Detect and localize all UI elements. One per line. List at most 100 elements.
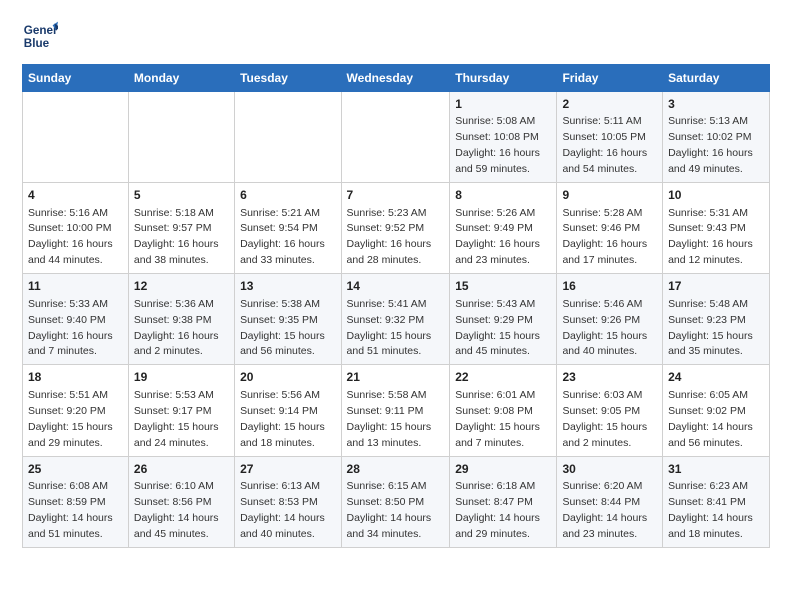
logo-icon: General Blue xyxy=(22,18,58,54)
day-info: Sunrise: 5:46 AM Sunset: 9:26 PM Dayligh… xyxy=(562,298,647,358)
calendar-week-row: 1Sunrise: 5:08 AM Sunset: 10:08 PM Dayli… xyxy=(23,92,770,183)
calendar-cell: 29Sunrise: 6:18 AM Sunset: 8:47 PM Dayli… xyxy=(450,456,557,547)
calendar-cell: 25 Sunrise: 6:08 AM Sunset: 8:59 PM Dayli… xyxy=(23,456,129,547)
calendar-cell xyxy=(235,92,341,183)
calendar-cell: 8 Sunrise: 5:26 AM Sunset: 9:49 PM Daylig… xyxy=(450,183,557,274)
day-number: 30 xyxy=(562,461,657,478)
day-number: 7 xyxy=(347,187,445,204)
day-number: 23 xyxy=(562,369,657,386)
logo: General Blue xyxy=(22,18,58,54)
calendar-week-row: 11 Sunrise: 5:33 AM Sunset: 9:40 PM Dayli… xyxy=(23,274,770,365)
day-number: 8 xyxy=(455,187,551,204)
day-number: 2 xyxy=(562,96,657,113)
calendar-cell: 17 Sunrise: 5:48 AM Sunset: 9:23 PM Dayli… xyxy=(663,274,770,365)
day-info: Sunrise: 5:43 AM Sunset: 9:29 PM Dayligh… xyxy=(455,298,540,358)
calendar-cell: 11 Sunrise: 5:33 AM Sunset: 9:40 PM Dayli… xyxy=(23,274,129,365)
day-number: 19 xyxy=(134,369,229,386)
calendar-cell: 30 Sunrise: 6:20 AM Sunset: 8:44 PM Dayli… xyxy=(557,456,663,547)
day-number: 18 xyxy=(28,369,123,386)
day-number: 28 xyxy=(347,461,445,478)
calendar-week-row: 18 Sunrise: 5:51 AM Sunset: 9:20 PM Dayli… xyxy=(23,365,770,456)
svg-text:Blue: Blue xyxy=(24,37,50,50)
day-info: Sunrise: 6:08 AM Sunset: 8:59 PM Dayligh… xyxy=(28,480,113,540)
calendar-cell: 10 Sunrise: 5:31 AM Sunset: 9:43 PM Dayli… xyxy=(663,183,770,274)
calendar-cell: 14Sunrise: 5:41 AM Sunset: 9:32 PM Dayli… xyxy=(341,274,450,365)
day-info: Sunrise: 5:56 AM Sunset: 9:14 PM Dayligh… xyxy=(240,389,325,449)
day-info: Sunrise: 6:13 AM Sunset: 8:53 PM Dayligh… xyxy=(240,480,325,540)
day-info: Sunrise: 5:23 AM Sunset: 9:52 PM Dayligh… xyxy=(347,207,432,267)
day-number: 10 xyxy=(668,187,764,204)
calendar-cell: 19 Sunrise: 5:53 AM Sunset: 9:17 PM Dayli… xyxy=(128,365,234,456)
day-number: 21 xyxy=(347,369,445,386)
day-number: 9 xyxy=(562,187,657,204)
day-number: 4 xyxy=(28,187,123,204)
day-info: Sunrise: 6:20 AM Sunset: 8:44 PM Dayligh… xyxy=(562,480,647,540)
header: General Blue xyxy=(22,18,770,54)
calendar-cell: 9 Sunrise: 5:28 AM Sunset: 9:46 PM Daylig… xyxy=(557,183,663,274)
day-info: Sunrise: 5:26 AM Sunset: 9:49 PM Dayligh… xyxy=(455,207,540,267)
day-number: 12 xyxy=(134,278,229,295)
day-info: Sunrise: 6:03 AM Sunset: 9:05 PM Dayligh… xyxy=(562,389,647,449)
day-number: 27 xyxy=(240,461,335,478)
calendar-cell: 31 Sunrise: 6:23 AM Sunset: 8:41 PM Dayli… xyxy=(663,456,770,547)
day-info: Sunrise: 5:36 AM Sunset: 9:38 PM Dayligh… xyxy=(134,298,219,358)
day-number: 14 xyxy=(347,278,445,295)
calendar-cell: 5 Sunrise: 5:18 AM Sunset: 9:57 PM Daylig… xyxy=(128,183,234,274)
day-info: Sunrise: 5:33 AM Sunset: 9:40 PM Dayligh… xyxy=(28,298,113,358)
calendar-cell: 18 Sunrise: 5:51 AM Sunset: 9:20 PM Dayli… xyxy=(23,365,129,456)
calendar-cell: 4Sunrise: 5:16 AM Sunset: 10:00 PM Dayli… xyxy=(23,183,129,274)
day-number: 24 xyxy=(668,369,764,386)
day-number: 1 xyxy=(455,96,551,113)
calendar-table: SundayMondayTuesdayWednesdayThursdayFrid… xyxy=(22,64,770,548)
day-number: 17 xyxy=(668,278,764,295)
day-number: 22 xyxy=(455,369,551,386)
calendar-cell: 20Sunrise: 5:56 AM Sunset: 9:14 PM Dayli… xyxy=(235,365,341,456)
header-day-monday: Monday xyxy=(128,65,234,92)
day-number: 29 xyxy=(455,461,551,478)
calendar-cell: 27 Sunrise: 6:13 AM Sunset: 8:53 PM Dayli… xyxy=(235,456,341,547)
day-info: Sunrise: 5:28 AM Sunset: 9:46 PM Dayligh… xyxy=(562,207,647,267)
day-info: Sunrise: 6:10 AM Sunset: 8:56 PM Dayligh… xyxy=(134,480,219,540)
day-number: 15 xyxy=(455,278,551,295)
day-info: Sunrise: 5:38 AM Sunset: 9:35 PM Dayligh… xyxy=(240,298,325,358)
calendar-cell: 2 Sunrise: 5:11 AM Sunset: 10:05 PM Dayli… xyxy=(557,92,663,183)
calendar-week-row: 4Sunrise: 5:16 AM Sunset: 10:00 PM Dayli… xyxy=(23,183,770,274)
calendar-cell: 1Sunrise: 5:08 AM Sunset: 10:08 PM Dayli… xyxy=(450,92,557,183)
header-day-sunday: Sunday xyxy=(23,65,129,92)
header-day-saturday: Saturday xyxy=(663,65,770,92)
day-info: Sunrise: 5:21 AM Sunset: 9:54 PM Dayligh… xyxy=(240,207,325,267)
day-info: Sunrise: 5:53 AM Sunset: 9:17 PM Dayligh… xyxy=(134,389,219,449)
calendar-header-row: SundayMondayTuesdayWednesdayThursdayFrid… xyxy=(23,65,770,92)
header-day-wednesday: Wednesday xyxy=(341,65,450,92)
day-info: Sunrise: 5:13 AM Sunset: 10:02 PM Daylig… xyxy=(668,115,753,175)
day-info: Sunrise: 6:05 AM Sunset: 9:02 PM Dayligh… xyxy=(668,389,753,449)
page: General Blue SundayMondayTuesdayWednesda… xyxy=(0,0,792,566)
calendar-cell: 3 Sunrise: 5:13 AM Sunset: 10:02 PM Dayli… xyxy=(663,92,770,183)
calendar-cell: 21Sunrise: 5:58 AM Sunset: 9:11 PM Dayli… xyxy=(341,365,450,456)
day-number: 31 xyxy=(668,461,764,478)
calendar-week-row: 25 Sunrise: 6:08 AM Sunset: 8:59 PM Dayli… xyxy=(23,456,770,547)
day-info: Sunrise: 5:11 AM Sunset: 10:05 PM Daylig… xyxy=(562,115,647,175)
header-day-friday: Friday xyxy=(557,65,663,92)
calendar-cell: 24 Sunrise: 6:05 AM Sunset: 9:02 PM Dayli… xyxy=(663,365,770,456)
calendar-cell: 13Sunrise: 5:38 AM Sunset: 9:35 PM Dayli… xyxy=(235,274,341,365)
header-day-tuesday: Tuesday xyxy=(235,65,341,92)
calendar-cell: 23 Sunrise: 6:03 AM Sunset: 9:05 PM Dayli… xyxy=(557,365,663,456)
day-number: 11 xyxy=(28,278,123,295)
day-number: 5 xyxy=(134,187,229,204)
calendar-cell: 28Sunrise: 6:15 AM Sunset: 8:50 PM Dayli… xyxy=(341,456,450,547)
day-number: 25 xyxy=(28,461,123,478)
calendar-cell: 7 Sunrise: 5:23 AM Sunset: 9:52 PM Daylig… xyxy=(341,183,450,274)
day-info: Sunrise: 6:01 AM Sunset: 9:08 PM Dayligh… xyxy=(455,389,540,449)
calendar-cell: 16Sunrise: 5:46 AM Sunset: 9:26 PM Dayli… xyxy=(557,274,663,365)
day-number: 3 xyxy=(668,96,764,113)
calendar-cell xyxy=(23,92,129,183)
day-info: Sunrise: 5:31 AM Sunset: 9:43 PM Dayligh… xyxy=(668,207,753,267)
svg-text:General: General xyxy=(24,24,58,37)
calendar-cell: 22 Sunrise: 6:01 AM Sunset: 9:08 PM Dayli… xyxy=(450,365,557,456)
day-info: Sunrise: 5:18 AM Sunset: 9:57 PM Dayligh… xyxy=(134,207,219,267)
day-info: Sunrise: 5:51 AM Sunset: 9:20 PM Dayligh… xyxy=(28,389,113,449)
day-info: Sunrise: 5:48 AM Sunset: 9:23 PM Dayligh… xyxy=(668,298,753,358)
day-info: Sunrise: 6:23 AM Sunset: 8:41 PM Dayligh… xyxy=(668,480,753,540)
calendar-cell: 12 Sunrise: 5:36 AM Sunset: 9:38 PM Dayli… xyxy=(128,274,234,365)
